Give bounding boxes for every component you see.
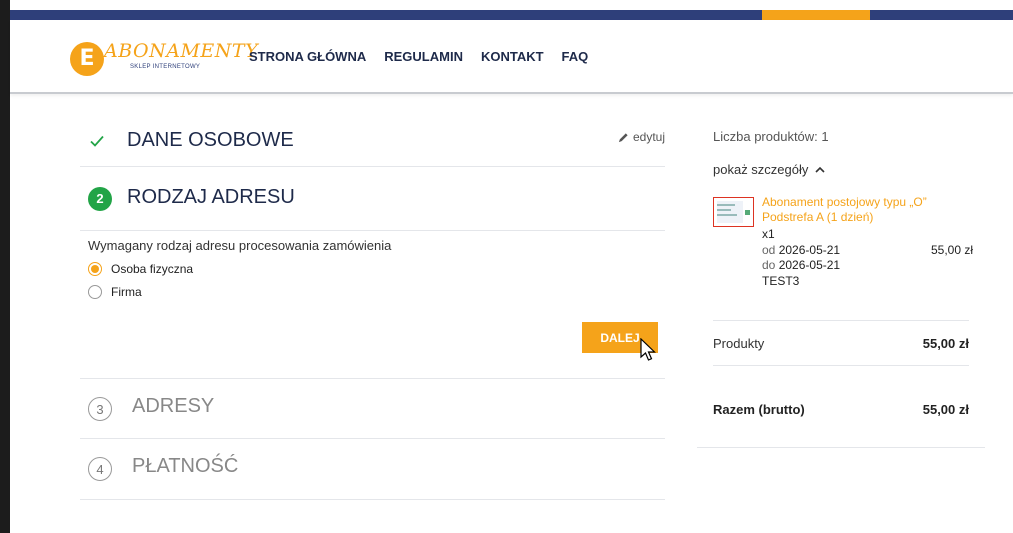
main-nav: STRONA GŁÓWNA REGULAMIN KONTAKT FAQ	[249, 49, 588, 64]
site-logo[interactable]: E ABONAMENTY SKLEP INTERNETOWY	[70, 36, 258, 82]
edit-link[interactable]: edytuj	[618, 130, 665, 144]
radio-option-company[interactable]: Firma	[88, 285, 668, 299]
logo-tagline: SKLEP INTERNETOWY	[130, 64, 201, 70]
details-toggle[interactable]: pokaż szczegóły	[713, 162, 825, 177]
product-price: 55,00 zł	[930, 243, 973, 257]
summary-divider	[713, 320, 969, 321]
step-personal-data: DANE OSOBOWE edytuj	[80, 110, 665, 167]
radio-person[interactable]	[88, 262, 102, 276]
check-icon	[90, 135, 104, 147]
summary-divider	[713, 365, 969, 366]
summary-products-row: Produkty 55,00 zł	[713, 336, 969, 351]
product-valid-to: do 2026-05-21	[762, 258, 840, 272]
valid-to-label: do	[762, 258, 776, 272]
thumbnail-mark	[745, 210, 750, 215]
valid-from-label: od	[762, 243, 776, 257]
valid-to-date: 2026-05-21	[778, 258, 841, 272]
thumbnail-line	[717, 204, 735, 206]
thumbnail-line	[717, 209, 731, 211]
order-summary: Liczba produktów: 1 pokaż szczegóły Abon…	[697, 110, 985, 448]
edit-label: edytuj	[632, 130, 665, 144]
product-thumbnail	[713, 197, 754, 227]
thumbnail-line	[717, 214, 737, 216]
site-header: E ABONAMENTY SKLEP INTERNETOWY STRONA GŁ…	[10, 20, 1013, 94]
step-address-type: 2 RODZAJ ADRESU	[80, 167, 665, 231]
step-number-3: 3	[88, 397, 112, 421]
product-name[interactable]: Abonament postojowy typu „O” Podstrefa A…	[762, 195, 972, 225]
product-quantity: x1	[762, 227, 775, 241]
pencil-icon	[618, 132, 628, 142]
mouse-cursor-icon	[640, 338, 656, 361]
valid-from-date: 2026-05-21	[778, 243, 841, 257]
details-toggle-label: pokaż szczegóły	[713, 162, 809, 177]
products-value: 55,00 zł	[922, 336, 969, 351]
radio-label-person: Osoba fizyczna	[111, 262, 194, 276]
nav-item-contact[interactable]: KONTAKT	[481, 49, 544, 64]
top-accent-bar	[762, 10, 870, 20]
product-code: TEST3	[762, 274, 800, 288]
summary-total-row: Razem (brutto) 55,00 zł	[713, 402, 969, 417]
address-type-form: Wymagany rodzaj adresu procesowania zamó…	[88, 238, 668, 299]
chevron-up-icon	[815, 166, 825, 173]
page-frame: E ABONAMENTY SKLEP INTERNETOWY STRONA GŁ…	[0, 0, 1013, 533]
logo-name: ABONAMENTY	[104, 40, 259, 62]
window-edge	[0, 0, 10, 533]
step-title-addresses: ADRESY	[132, 395, 215, 417]
radio-option-person[interactable]: Osoba fizyczna	[88, 262, 668, 276]
summary-product: Abonament postojowy typu „O” Podstrefa A…	[713, 195, 973, 295]
product-valid-from: od 2026-05-21	[762, 243, 840, 257]
radio-company[interactable]	[88, 285, 102, 299]
step-title-payment: PŁATNOŚĆ	[132, 455, 239, 477]
logo-badge: E	[70, 42, 104, 76]
step-number-4: 4	[88, 457, 112, 481]
radio-label-company: Firma	[111, 285, 142, 299]
nav-item-faq[interactable]: FAQ	[562, 49, 589, 64]
product-count: Liczba produktów: 1	[713, 129, 829, 144]
step-title-personal-data: DANE OSOBOWE	[127, 129, 294, 151]
checkout-steps: DANE OSOBOWE edytuj	[80, 110, 665, 167]
nav-item-terms[interactable]: REGULAMIN	[384, 49, 463, 64]
total-label: Razem (brutto)	[713, 402, 805, 417]
nav-item-home[interactable]: STRONA GŁÓWNA	[249, 49, 366, 64]
address-type-question: Wymagany rodzaj adresu procesowania zamó…	[88, 238, 392, 253]
step-number-2: 2	[88, 187, 112, 211]
top-band	[10, 0, 1013, 10]
step-addresses: 3 ADRESY	[80, 378, 665, 439]
step-title-address-type: RODZAJ ADRESU	[127, 186, 295, 208]
step-payment: 4 PŁATNOŚĆ	[80, 439, 665, 500]
total-value: 55,00 zł	[922, 402, 969, 417]
products-label: Produkty	[713, 336, 765, 351]
